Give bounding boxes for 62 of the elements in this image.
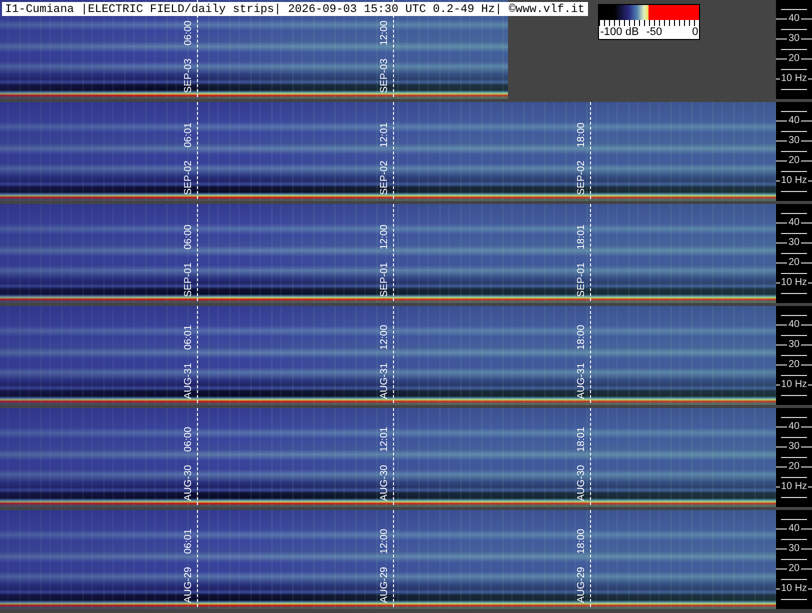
time-label: 06:01 — [183, 528, 194, 554]
time-label: 12:01 — [379, 426, 390, 452]
axis-label: 40 — [787, 116, 801, 126]
axis-label: 30 — [787, 136, 801, 146]
chart-title: I1-Cumiana |ELECTRIC FIELD/daily strips| 2026-09-03 15:30 UTC 0.2-49 Hz| ©www.vlf.it — [2, 2, 588, 16]
axis-label: 10 Hz — [780, 74, 808, 84]
axis-label: 40 — [787, 320, 801, 330]
axis-label: 30 — [787, 340, 801, 350]
time-label: 06:01 — [183, 122, 194, 148]
time-label: 12:01 — [379, 122, 390, 148]
date-label: AUG-29 — [576, 566, 587, 603]
date-label: SEP-01 — [183, 262, 194, 297]
date-label: SEP-03 — [183, 58, 194, 93]
scale-label: 0 — [692, 26, 698, 39]
date-label: SEP-02 — [183, 160, 194, 195]
date-label: SEP-01 — [379, 262, 390, 297]
time-label: 12:00 — [379, 20, 390, 46]
axis-label: 20 — [787, 360, 801, 370]
time-label: 12:00 — [379, 224, 390, 250]
axis-label: 40 — [787, 524, 801, 534]
axis-label: 10 Hz — [780, 380, 808, 390]
date-label: AUG-29 — [379, 566, 390, 603]
axis-label: 30 — [787, 442, 801, 452]
time-label: 12:00 — [379, 528, 390, 554]
axis-label: 40 — [787, 14, 801, 24]
axis-label: 30 — [787, 34, 801, 44]
date-label: AUG-31 — [576, 362, 587, 399]
time-label: 18:01 — [576, 426, 587, 452]
date-label: SEP-01 — [576, 262, 587, 297]
time-label: 18:00 — [576, 528, 587, 554]
date-label: SEP-02 — [379, 160, 390, 195]
axis-label: 30 — [787, 544, 801, 554]
axis-label: 10 Hz — [780, 278, 808, 288]
time-label: 18:01 — [576, 224, 587, 250]
axis-label: 20 — [787, 462, 801, 472]
date-label: SEP-02 — [576, 160, 587, 195]
axis-label: 20 — [787, 156, 801, 166]
scale-label: -50 — [646, 26, 662, 39]
time-label: 06:01 — [183, 324, 194, 350]
time-label: 06:00 — [183, 20, 194, 46]
scale-label: -100 dB — [600, 26, 639, 39]
time-label: 18:00 — [576, 122, 587, 148]
date-label: AUG-30 — [183, 464, 194, 501]
time-label: 06:00 — [183, 426, 194, 452]
axis-label: 20 — [787, 258, 801, 268]
axis-label: 30 — [787, 238, 801, 248]
date-label: AUG-31 — [183, 362, 194, 399]
date-label: AUG-30 — [576, 464, 587, 501]
axis-label: 20 — [787, 54, 801, 64]
time-label: 06:00 — [183, 224, 194, 250]
axis-label: 10 Hz — [780, 482, 808, 492]
axis-label: 40 — [787, 422, 801, 432]
date-label: AUG-31 — [379, 362, 390, 399]
axis-label: 40 — [787, 218, 801, 228]
axis-label: 20 — [787, 564, 801, 574]
axis-label: 10 Hz — [780, 584, 808, 594]
date-label: SEP-03 — [379, 58, 390, 93]
axis-label: 10 Hz — [780, 176, 808, 186]
date-label: AUG-29 — [183, 566, 194, 603]
date-label: AUG-30 — [379, 464, 390, 501]
time-label: 12:00 — [379, 324, 390, 350]
time-label: 18:00 — [576, 324, 587, 350]
